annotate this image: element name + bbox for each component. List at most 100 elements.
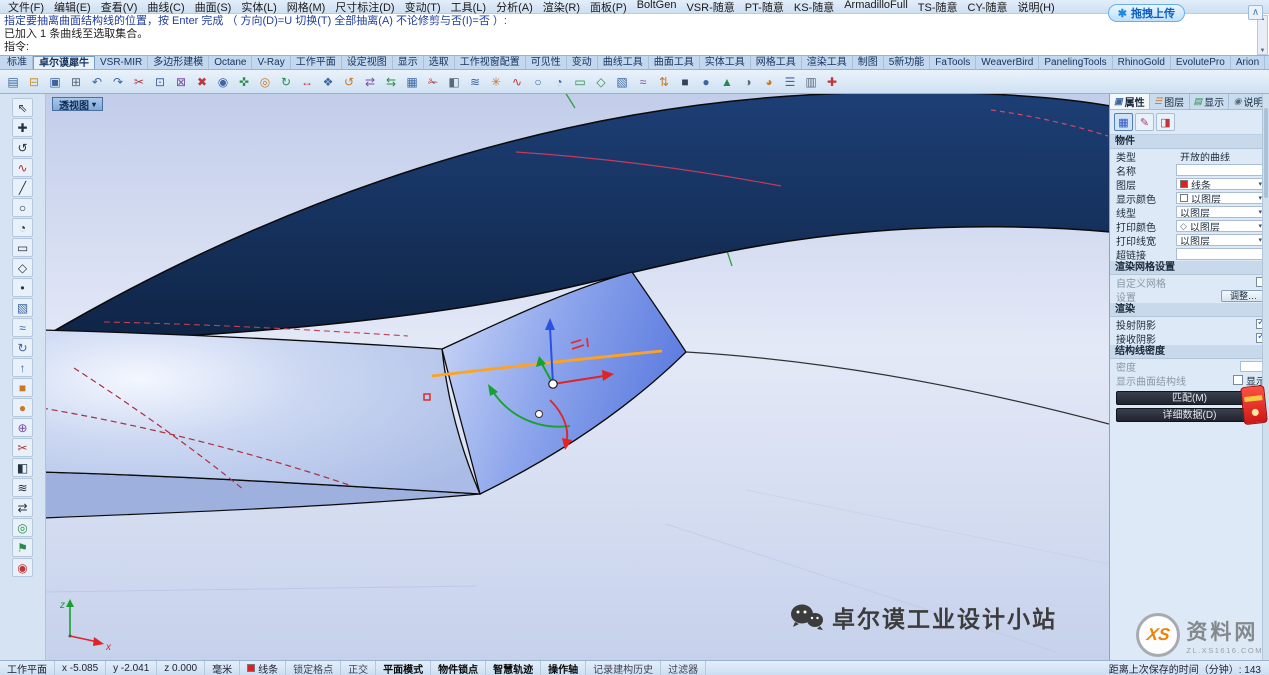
viewport-perspective[interactable]: z x 透视图 ▾ 卓尔谟工业设计小站 [46,94,1109,660]
layers-icon[interactable]: ☰ [780,72,800,92]
properties-icon[interactable]: ▥ [801,72,821,92]
explode-icon[interactable]: ✳ [486,72,506,92]
pan-icon[interactable]: ✜ [234,72,254,92]
linetype-dropdown[interactable]: 以图层▾ [1176,206,1266,218]
toolbar-tab[interactable]: Arion [1231,56,1265,69]
menu-item[interactable]: 变动(T) [400,0,446,15]
trim-icon[interactable]: ✂ [12,438,33,457]
scale-icon[interactable]: ⇄ [360,72,380,92]
paste-icon[interactable]: ⊠ [171,72,191,92]
solid-box-icon[interactable]: ■ [675,72,695,92]
toolbar-tab[interactable]: 可见性 [526,56,567,69]
toolbar-tab[interactable]: Octane [209,56,252,69]
surface-left[interactable] [46,330,480,494]
toolbar-tab[interactable]: 多边形建模 [148,56,209,69]
mirror-icon[interactable]: ⇆ [381,72,401,92]
current-layer-chip[interactable]: 线条 [240,661,286,675]
extrude-icon[interactable]: ⇅ [654,72,674,92]
toolbar-tab[interactable]: 设定视图 [342,56,393,69]
status-toggle[interactable]: 平面模式 [376,661,431,675]
mesh-icon[interactable]: ▲ [717,72,737,92]
menu-item[interactable]: 网格(M) [282,0,331,15]
loft-icon[interactable]: ≈ [633,72,653,92]
object-properties-icon[interactable]: ▦ [1114,113,1133,131]
curve-icon[interactable]: ∿ [12,158,33,177]
rectangle-icon[interactable]: ▭ [12,238,33,257]
toolbar-tab[interactable]: 网格工具 [751,56,802,69]
toolbar-tab[interactable]: 实体工具 [700,56,751,69]
toolbar-tab[interactable]: 工作平面 [291,56,342,69]
arc-icon[interactable]: ◔ [549,72,569,92]
rotate-icon[interactable]: ↺ [339,72,359,92]
display-color-dropdown[interactable]: 以图层▾ [1176,192,1266,204]
toolbar-tab[interactable]: FaTools [930,56,976,69]
status-toggle[interactable]: 记录建构历史 [586,661,661,675]
panel-tab[interactable]: ▤显示 [1190,94,1230,109]
units-label[interactable]: 毫米 [205,661,240,675]
toolbar-tab[interactable]: 变动 [567,56,598,69]
record-history-icon[interactable]: ◉ [12,558,33,577]
join-icon[interactable]: ≋ [12,478,33,497]
menu-item[interactable]: 说明(H) [1012,0,1059,15]
move-icon[interactable]: ↔ [297,72,317,92]
command-area[interactable]: 指定要抽离曲面结构线的位置，按 Enter 完成 （ 方向(D)=U 切换(T)… [0,14,1269,56]
rectangle-icon[interactable]: ▭ [570,72,590,92]
open-file-icon[interactable]: ⊟ [24,72,44,92]
menu-item[interactable]: 分析(A) [491,0,538,15]
trim-icon[interactable]: ✁ [423,72,443,92]
status-toggle[interactable]: 锁定格点 [286,661,341,675]
select-icon[interactable]: ◉ [213,72,233,92]
panel-scrollbar[interactable] [1262,94,1269,660]
delete-icon[interactable]: ✖ [192,72,212,92]
cut-icon[interactable]: ✂ [129,72,149,92]
menu-item[interactable]: CY-随意 [963,0,1013,15]
array-icon[interactable]: ▦ [402,72,422,92]
toolbar-tab[interactable]: VSR-MIR [95,56,148,69]
menu-item[interactable]: 实体(L) [236,0,281,15]
menu-item[interactable]: 渲染(R) [538,0,585,15]
menu-item[interactable]: 工具(L) [446,0,491,15]
toolbar-tab[interactable]: 显示 [393,56,424,69]
toolbar-tab[interactable]: 曲面工具 [649,56,700,69]
toolbar-tab[interactable]: EvolutePro [1171,56,1231,69]
copy-icon[interactable]: ⊡ [150,72,170,92]
shaded-view-icon[interactable]: ◑ [738,72,758,92]
show-isocurves-checkbox[interactable] [1233,375,1243,385]
command-scrollbar[interactable]: ▲▼ [1257,15,1268,55]
undo-icon[interactable]: ↶ [87,72,107,92]
zoom-extents-icon[interactable]: ◎ [255,72,275,92]
new-file-icon[interactable]: ▤ [3,72,23,92]
sphere-icon[interactable]: ● [696,72,716,92]
panel-tab[interactable]: ☰图层 [1150,94,1190,109]
osnap-flag-icon[interactable]: ⚑ [12,538,33,557]
scroll-down-icon[interactable]: ▼ [1258,48,1267,54]
status-toggle[interactable]: 物件锁点 [431,661,486,675]
collapse-arrow-icon[interactable]: ∧ [1248,5,1263,20]
toolbar-tab[interactable]: 选取 [424,56,455,69]
hyperlink-input[interactable] [1176,248,1266,260]
details-button[interactable]: 详细数据(D) [1116,408,1263,422]
upload-button[interactable]: ✱ 拖拽上传 [1108,4,1185,22]
arc-icon[interactable]: ◔ [12,218,33,237]
status-toggle[interactable]: 智慧轨迹 [486,661,541,675]
boolean-union-icon[interactable]: ⊕ [12,418,33,437]
split-icon[interactable]: ◧ [12,458,33,477]
select-pointer-icon[interactable]: ⇖ [12,98,33,117]
circle-icon[interactable]: ○ [528,72,548,92]
command-prompt[interactable]: 指令: [4,41,1255,54]
menu-item[interactable]: TS-随意 [913,0,963,15]
menu-item[interactable]: PT-随意 [740,0,789,15]
scene-3d[interactable]: z x [46,94,1109,660]
menu-item[interactable]: 曲面(S) [190,0,237,15]
viewport-title-tab[interactable]: 透视图 ▾ [52,97,103,111]
surface-icon[interactable]: ▧ [12,298,33,317]
polygon-icon[interactable]: ◇ [12,258,33,277]
toolbar-tab[interactable]: 工作视窗配置 [455,56,526,69]
scrollbar-thumb[interactable] [1264,108,1268,198]
help-icon[interactable]: ✚ [822,72,842,92]
extrude-icon[interactable]: ↑ [12,358,33,377]
texture-mapping-icon[interactable]: ◨ [1156,113,1175,131]
line-icon[interactable]: ╱ [12,178,33,197]
menu-item[interactable]: 编辑(E) [49,0,96,15]
loft-icon[interactable]: ≈ [12,318,33,337]
